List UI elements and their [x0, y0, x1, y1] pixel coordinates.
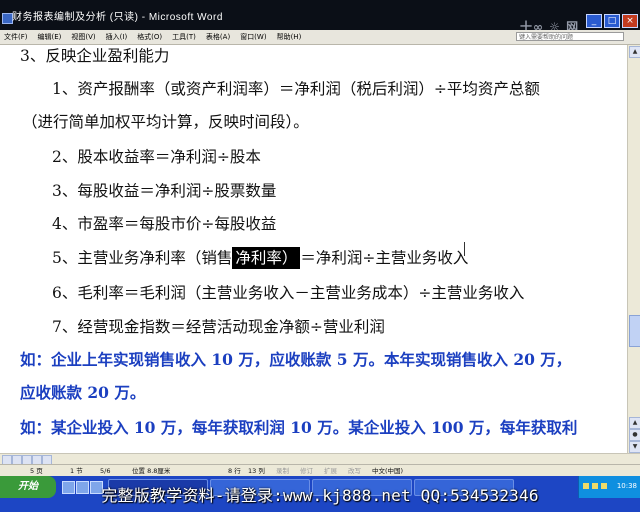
menu-view[interactable]: 视图(V) — [71, 31, 95, 43]
doc-line-7: 7、经营现金指数＝经营活动现金净额÷营业利润 — [52, 318, 385, 336]
select-browse-object-icon[interactable]: ● — [629, 429, 640, 441]
window-title: 财务报表编制及分析 (只读) - Microsoft Word — [12, 12, 223, 23]
document-page[interactable]: 3、反映企业盈利能力 1、资产报酬率（或资产利润率）＝净利润（税后利润）÷平均资… — [0, 45, 627, 453]
menu-table[interactable]: 表格(A) — [206, 31, 230, 43]
overlay-banner: 完整版教学资料-请登录:www.kj888.net QQ:534532346 — [101, 486, 539, 505]
example-1-cont: 应收账款 20 万。 — [20, 383, 146, 402]
menu-insert[interactable]: 插入(I) — [106, 31, 128, 43]
scroll-up-icon[interactable]: ▲ — [629, 46, 640, 58]
example-2: 如：某企业投入 10 万，每年获取利润 10 万。某企业投入 100 万，每年获… — [20, 418, 578, 437]
title-bar: 财务报表编制及分析 (只读) - Microsoft Word 十∞ ☼ 网 _… — [0, 0, 640, 34]
doc-line-6: 6、毛利率＝毛利润（主营业务收入－主营业务成本）÷主营业务收入 — [52, 284, 525, 302]
prev-page-icon[interactable]: ▲ — [629, 417, 640, 429]
ibeam-cursor-icon — [464, 242, 467, 256]
window-controls: _ □ × — [586, 14, 638, 28]
menu-help[interactable]: 帮助(H) — [277, 31, 302, 43]
menu-file[interactable]: 文件(F) — [4, 31, 28, 43]
menu-edit[interactable]: 编辑(E) — [38, 31, 62, 43]
vertical-scrollbar[interactable]: ▲ ▲ ● ▼ — [627, 45, 640, 453]
doc-line-4: 4、市盈率＝每股市价÷每股收益 — [52, 215, 277, 233]
close-button[interactable]: × — [622, 14, 638, 28]
example-1: 如：企业上年实现销售收入 10 万，应收账款 5 万。本年实现销售收入 20 万… — [20, 350, 572, 369]
next-page-icon[interactable]: ▼ — [629, 441, 640, 453]
minimize-button[interactable]: _ — [586, 14, 602, 28]
doc-line-5-pre: 5、主营业务净利率（销售 — [52, 249, 233, 267]
section-heading: 3、反映企业盈利能力 — [20, 47, 170, 65]
doc-line-1-cont: （进行简单加权平均计算，反映时间段）。 — [22, 113, 309, 131]
doc-line-5-post: ＝净利润÷主营业务收入 — [300, 249, 469, 267]
doc-line-3: 3、每股收益＝净利润÷股票数量 — [52, 182, 277, 200]
menu-tools[interactable]: 工具(T) — [172, 31, 196, 43]
menu-format[interactable]: 格式(O) — [137, 31, 162, 43]
help-search-input[interactable]: 键入需要帮助的问题 — [516, 32, 624, 41]
doc-line-5: 5、主营业务净利率（销售 净利率） ＝净利润÷主营业务收入 — [52, 247, 469, 269]
doc-line-1: 1、资产报酬率（或资产利润率）＝净利润（税后利润）÷平均资产总额 — [52, 80, 540, 98]
menu-window[interactable]: 窗口(W) — [240, 31, 266, 43]
doc-line-2: 2、股本收益率＝净利润÷股本 — [52, 148, 261, 166]
menu-bar: 文件(F) 编辑(E) 视图(V) 插入(I) 格式(O) 工具(T) 表格(A… — [0, 30, 640, 45]
scrollbar-thumb[interactable] — [629, 315, 640, 347]
maximize-button[interactable]: □ — [604, 14, 620, 28]
text-selection-highlight[interactable]: 净利率） — [232, 247, 301, 269]
